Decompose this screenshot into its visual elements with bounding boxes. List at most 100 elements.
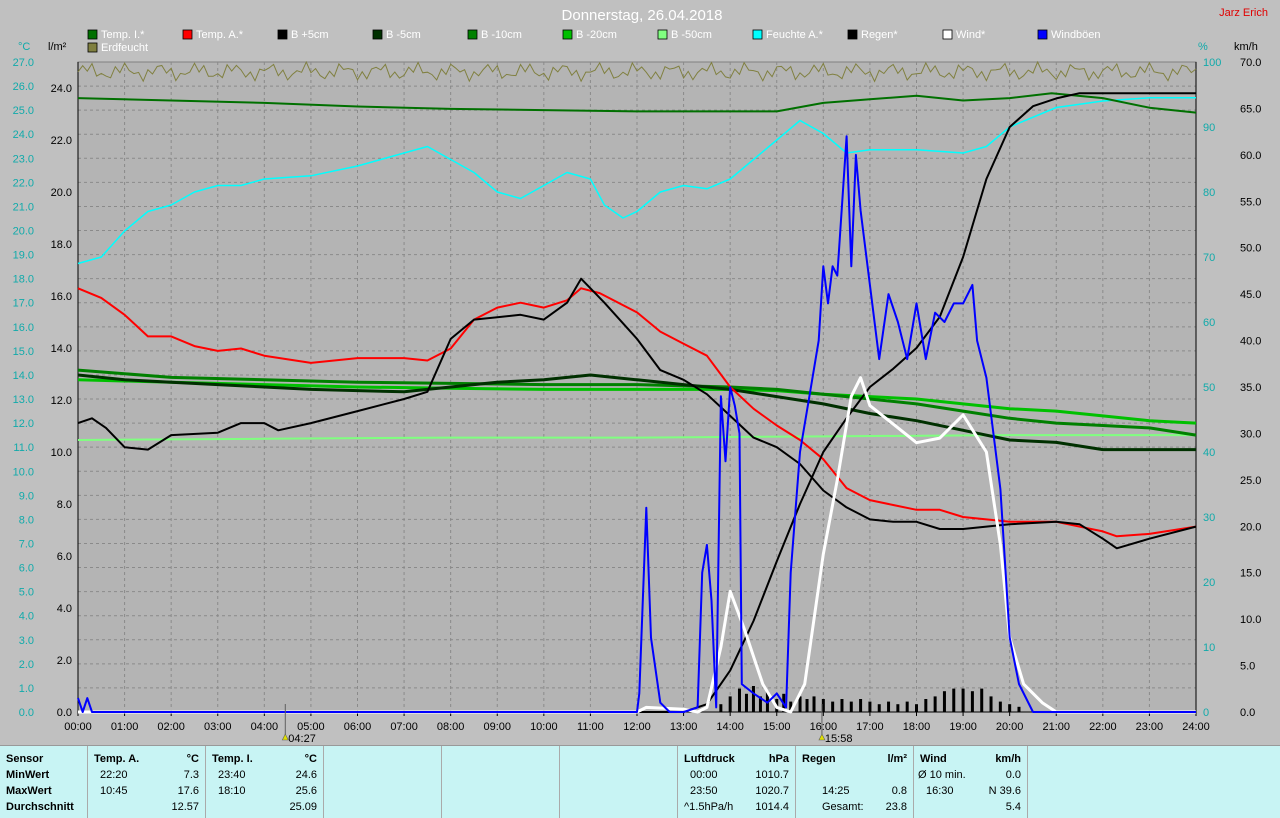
temp-tick-label: 22.0 <box>13 177 34 189</box>
rain-bar <box>970 691 974 712</box>
legend-swatch <box>752 29 763 40</box>
pct-tick-label: 20 <box>1203 577 1215 589</box>
temp-tick-label: 9.0 <box>19 490 34 502</box>
rain-bar <box>915 704 918 712</box>
wind-tick-label: 20.0 <box>1240 521 1261 533</box>
pct-tick-label: 50 <box>1203 382 1215 394</box>
wind-tick-label: 10.0 <box>1240 614 1261 626</box>
x-tick-label: 00:00 <box>64 721 92 733</box>
x-tick-label: 03:00 <box>204 721 232 733</box>
temp-tick-label: 23.0 <box>13 153 34 165</box>
rain-bar <box>989 696 993 712</box>
legend-swatch <box>942 29 953 40</box>
x-tick-label: 02:00 <box>157 721 185 733</box>
wind-tick-label: 15.0 <box>1240 568 1261 580</box>
luftdruck-max-value: 1020.7 <box>755 785 789 797</box>
luftdruck-min-time: 00:00 <box>690 769 718 781</box>
wind-tick-label: 30.0 <box>1240 428 1261 440</box>
wind-tick-label: 65.0 <box>1240 103 1261 115</box>
legend-swatch <box>657 29 668 40</box>
x-tick-label: 13:00 <box>670 721 698 733</box>
rain-bar <box>849 701 853 712</box>
temp-tick-label: 21.0 <box>13 201 34 213</box>
x-tick-label: 23:00 <box>1136 721 1164 733</box>
wind-max-value: N 39.6 <box>988 785 1021 797</box>
wind-tick-label: 60.0 <box>1240 150 1261 162</box>
rain-bar <box>961 688 965 712</box>
legend-label: Windböen <box>1051 29 1101 41</box>
temp-tick-label: 14.0 <box>13 370 34 382</box>
rain-tick-label: 4.0 <box>57 603 72 615</box>
temp-tick-label: 6.0 <box>19 563 34 575</box>
left-unit-temp: °C <box>18 41 30 53</box>
rain-bar <box>868 701 872 712</box>
legend-swatch <box>467 29 478 40</box>
rain-tick-label: 8.0 <box>57 499 72 511</box>
legend-swatch <box>1037 29 1048 40</box>
regen-unit: l/m² <box>887 753 907 765</box>
wind-tick-label: 5.0 <box>1240 661 1255 673</box>
rain-tick-label: 20.0 <box>51 187 72 199</box>
x-tick-label: 18:00 <box>903 721 931 733</box>
temp-tick-label: 18.0 <box>13 274 34 286</box>
luftdruck-header: Luftdruck <box>684 753 735 765</box>
temp-tick-label: 15.0 <box>13 346 34 358</box>
x-tick-label: 10:00 <box>530 721 558 733</box>
legend-swatch <box>182 29 193 40</box>
temp-tick-label: 26.0 <box>13 81 34 93</box>
wind-tick-label: 35.0 <box>1240 382 1261 394</box>
rain-bar <box>924 699 928 712</box>
pct-tick-label: 0 <box>1203 707 1209 719</box>
rain-bar <box>905 701 909 712</box>
x-tick-label: 15:00 <box>763 721 791 733</box>
stats-avg-label: Durchschnitt <box>6 801 74 813</box>
rain-bar <box>1017 706 1021 712</box>
rain-bar <box>840 699 844 712</box>
rain-tick-label: 10.0 <box>51 447 72 459</box>
legend-label: Temp. A.* <box>196 29 244 41</box>
temp-i-max-value: 25.6 <box>295 785 317 797</box>
legend-swatch <box>372 29 383 40</box>
legend-swatch <box>87 29 98 40</box>
rain-bar <box>719 704 723 712</box>
chart-title: Donnerstag, 26.04.2018 <box>562 7 723 24</box>
rain-bar <box>859 699 863 712</box>
temp-i-min-value: 24.6 <box>295 769 317 781</box>
rain-bar <box>933 696 937 712</box>
legend-label: B -10cm <box>481 29 522 41</box>
temp-tick-label: 19.0 <box>13 250 34 262</box>
rain-bar <box>728 696 732 712</box>
rain-bar <box>942 691 946 712</box>
pct-tick-label: 40 <box>1203 447 1215 459</box>
pct-tick-label: 80 <box>1203 187 1215 199</box>
stats-col-temp-a: Temp. A. °C 22:20 7.3 10:45 17.6 12.57 <box>88 746 206 818</box>
stats-col-wind: Wind km/h Ø 10 min. 0.0 16:30 N 39.6 5.4 <box>914 746 1028 818</box>
temp-tick-label: 20.0 <box>13 226 34 238</box>
stats-sensor-header: Sensor <box>6 753 44 765</box>
stats-col-temp-i: Temp. I. °C 23:40 24.6 18:10 25.6 25.09 <box>206 746 324 818</box>
rain-tick-label: 2.0 <box>57 655 72 667</box>
rain-tick-label: 12.0 <box>51 395 72 407</box>
x-tick-label: 06:00 <box>344 721 372 733</box>
legend-label: Temp. I.* <box>101 29 145 41</box>
legend-label: B +5cm <box>291 29 329 41</box>
temp-tick-label: 25.0 <box>13 105 34 117</box>
wind-tick-label: 55.0 <box>1240 196 1261 208</box>
rain-bar <box>896 704 900 712</box>
legend-swatch <box>87 42 98 53</box>
temp-tick-label: 4.0 <box>19 611 34 623</box>
weather-chart: Donnerstag, 26.04.2018 Jarz Erich °C l/m… <box>0 0 1280 745</box>
x-tick-label: 11:00 <box>577 721 604 733</box>
pct-tick-label: 30 <box>1203 512 1215 524</box>
temp-tick-label: 10.0 <box>13 466 34 478</box>
rain-tick-label: 6.0 <box>57 551 72 563</box>
rain-bar <box>1008 704 1012 712</box>
stats-col-empty-2 <box>442 746 560 818</box>
temp-a-min-time: 22:20 <box>100 769 128 781</box>
x-tick-label: 22:00 <box>1089 721 1117 733</box>
temp-tick-label: 2.0 <box>19 659 34 671</box>
pct-tick-label: 90 <box>1203 122 1215 134</box>
x-tick-label: 09:00 <box>483 721 511 733</box>
rain-bar <box>744 693 748 712</box>
legend-swatch <box>277 29 288 40</box>
